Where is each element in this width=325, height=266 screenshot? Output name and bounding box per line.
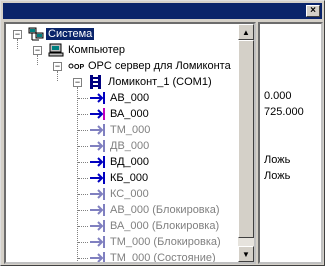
tag-item-label: ТМ_000 (Блокировка) — [110, 236, 221, 248]
tree-line — [78, 226, 88, 227]
computer-icon — [48, 43, 64, 57]
tag-item-label: КБ_000 — [110, 172, 149, 184]
collapse-toggle[interactable]: − — [73, 78, 82, 87]
controller-icon — [90, 75, 101, 90]
tag-item-content: ТМ_000 (Блокировка) — [90, 234, 223, 250]
tree-line — [78, 146, 88, 147]
collapse-toggle[interactable]: − — [53, 62, 62, 71]
tag-item-content: ВА_000 (Блокировка) — [90, 218, 221, 234]
tag-item-label: ТМ_000 (Состояние) — [110, 252, 216, 264]
tag-item-label: ВА_000 (Блокировка) — [110, 220, 220, 232]
title-bar: × — [3, 3, 322, 19]
tag-item-label: ДВ_000 — [110, 140, 150, 152]
tree-node-opc-content: OPC OPC сервер для Ломиконта — [68, 58, 233, 74]
tag-item-content: ТМ_000 (Состояние) — [90, 250, 218, 264]
values-panel: 0.000 725.000 Ложь Ложь — [258, 22, 323, 264]
tree-line — [78, 194, 88, 195]
tag-arrow-icon — [90, 156, 105, 169]
tree-line — [78, 242, 88, 243]
tag-value: 0.000 — [264, 90, 292, 102]
tag-arrow-icon — [90, 204, 105, 217]
tag-item-label: ВД_000 — [110, 156, 150, 168]
tag-item-content: АВ_000 — [90, 90, 151, 106]
tag-item-label: ВА_000 — [110, 108, 149, 120]
tag-item-label: АВ_000 (Блокировка) — [110, 204, 220, 216]
tag-item-content: КБ_000 — [90, 170, 150, 186]
scroll-thumb[interactable] — [238, 40, 254, 238]
tree-line — [37, 55, 38, 65]
scroll-down-button[interactable]: ▼ — [238, 246, 254, 262]
opc-server-icon: OPC — [68, 63, 84, 71]
collapse-toggle[interactable]: − — [13, 30, 22, 39]
tree-line — [78, 258, 88, 259]
tree-line — [78, 162, 88, 163]
collapse-toggle[interactable]: − — [33, 46, 42, 55]
tag-item-content: АВ_000 (Блокировка) — [90, 202, 222, 218]
tag-arrow-icon — [90, 188, 105, 201]
tree-view[interactable]: − Система − Компьютер − OP OPC сервер дл… — [4, 22, 256, 264]
tree-line — [78, 210, 88, 211]
tag-arrow-icon — [90, 236, 105, 249]
tag-arrow-icon — [90, 220, 105, 233]
window: × − Система − Компьютер − OP OPC сервер … — [0, 0, 325, 266]
tree-node-label: Компьютер — [68, 44, 125, 56]
tag-value: Ложь — [264, 170, 291, 182]
network-computer-icon — [28, 27, 44, 41]
tag-item-content: ВА_000 — [90, 106, 151, 122]
tag-arrow-icon — [90, 172, 105, 185]
tree-line — [57, 71, 58, 81]
tree-line — [78, 178, 88, 179]
tag-arrow-icon — [90, 252, 105, 262]
tree-line — [78, 130, 88, 131]
tag-item-content: ТМ_000 — [90, 122, 152, 138]
tag-arrow-icon — [90, 92, 105, 105]
tag-arrow-icon — [90, 108, 105, 121]
tag-value: Ложь — [264, 154, 291, 166]
tree-line — [78, 114, 88, 115]
tag-item-label: КС_000 — [110, 188, 149, 200]
tag-arrow-icon — [90, 124, 105, 137]
tree-line — [17, 39, 18, 49]
tree-node-label: Ломиконт_1 (COM1) — [108, 76, 212, 88]
tag-item-content: ВД_000 — [90, 154, 151, 170]
tree-line — [78, 98, 88, 99]
tag-arrow-icon — [90, 140, 105, 153]
tag-value: 725.000 — [264, 106, 304, 118]
vertical-scrollbar[interactable]: ▲ ▼ — [238, 24, 254, 262]
tag-item-label: АВ_000 — [110, 92, 150, 104]
tag-item-content: ДВ_000 — [90, 138, 151, 154]
tree-node-computer-content: Компьютер — [48, 42, 127, 58]
tag-item-label: ТМ_000 — [110, 124, 151, 136]
tree-node-root-content: Система — [28, 26, 95, 42]
tag-item-content: КС_000 — [90, 186, 151, 202]
scroll-up-button[interactable]: ▲ — [238, 24, 254, 40]
tree-node-lomikont-content: Ломиконт_1 (COM1) — [88, 74, 214, 90]
tree-node-label: OPC сервер для Ломиконта — [88, 60, 231, 72]
tree-node-label: Система — [46, 28, 95, 40]
svg-text:OPC: OPC — [74, 64, 84, 71]
close-button[interactable]: × — [306, 5, 320, 17]
